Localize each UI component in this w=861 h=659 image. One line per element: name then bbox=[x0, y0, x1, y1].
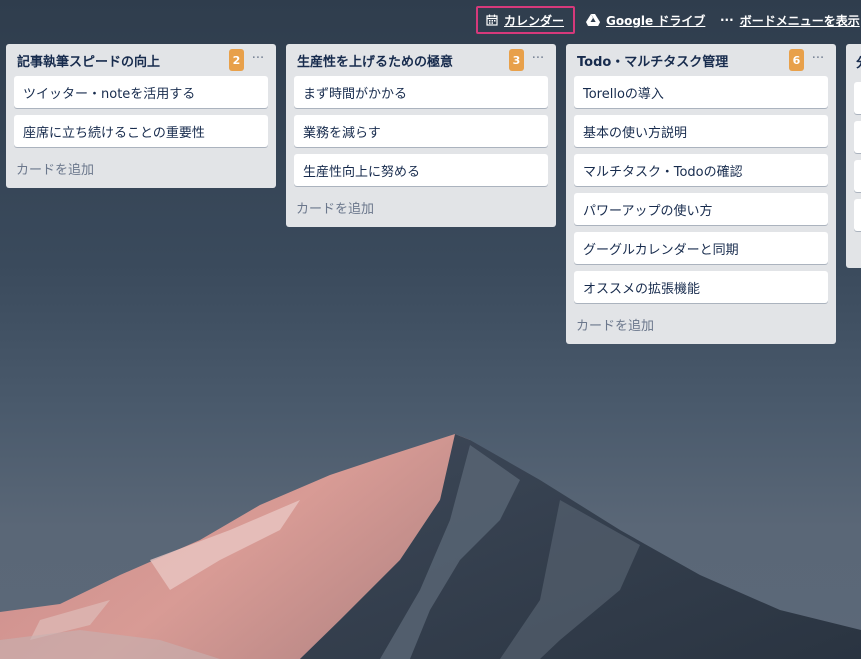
list-header[interactable]: 生産性を上げるための極意 3 ··· bbox=[294, 44, 548, 76]
card-count-badge: 3 bbox=[509, 49, 524, 71]
calendar-button-label: カレンダー bbox=[504, 13, 565, 28]
card[interactable]: 生産性向上に努める bbox=[294, 154, 548, 186]
add-card-button[interactable]: カードを追加 bbox=[14, 154, 268, 182]
list-menu-button[interactable]: ··· bbox=[808, 50, 828, 70]
calendar-icon bbox=[486, 14, 498, 26]
google-drive-icon bbox=[586, 14, 600, 26]
card[interactable]: パワーアップの使い方 bbox=[574, 193, 828, 225]
more-icon: ··· bbox=[720, 13, 734, 27]
card[interactable]: まず時間がかかる bbox=[294, 76, 548, 108]
card[interactable] bbox=[854, 121, 861, 153]
card-count-badge: 2 bbox=[229, 49, 244, 71]
calendar-button[interactable]: カレンダー bbox=[476, 6, 575, 34]
list-2[interactable]: Todo・マルチタスク管理 6 ··· Torelloの導入 基本の使い方説明 … bbox=[566, 44, 836, 344]
google-drive-label: Google ドライブ bbox=[606, 13, 706, 28]
list-title[interactable]: 記事執筆スピードの向上 bbox=[14, 51, 160, 70]
card[interactable]: ツイッター・noteを活用する bbox=[14, 76, 268, 108]
card[interactable] bbox=[854, 82, 861, 114]
card[interactable]: Torelloの導入 bbox=[574, 76, 828, 108]
card[interactable] bbox=[854, 160, 861, 192]
card[interactable]: グーグルカレンダーと同期 bbox=[574, 232, 828, 264]
card[interactable]: マルチタスク・Todoの確認 bbox=[574, 154, 828, 186]
list-title[interactable]: 分 bbox=[856, 52, 861, 71]
list-1[interactable]: 生産性を上げるための極意 3 ··· まず時間がかかる 業務を減らす 生産性向上… bbox=[286, 44, 556, 227]
card-count-badge: 6 bbox=[789, 49, 804, 71]
show-board-menu-button[interactable]: ··· ボードメニューを表示 bbox=[720, 6, 861, 34]
list-title[interactable]: Todo・マルチタスク管理 bbox=[574, 51, 728, 70]
list-header[interactable]: Todo・マルチタスク管理 6 ··· bbox=[574, 44, 828, 76]
list-3-partial[interactable]: 分 bbox=[846, 44, 861, 268]
list-menu-button[interactable]: ··· bbox=[528, 50, 548, 70]
card[interactable]: 基本の使い方説明 bbox=[574, 115, 828, 147]
list-header[interactable]: 記事執筆スピードの向上 2 ··· bbox=[14, 44, 268, 76]
list-title[interactable]: 生産性を上げるための極意 bbox=[294, 51, 453, 70]
board-header: カレンダー Google ドライブ ··· ボードメニューを表示 bbox=[0, 0, 861, 40]
add-card-button[interactable]: カードを追加 bbox=[574, 310, 828, 338]
card[interactable]: 業務を減らす bbox=[294, 115, 548, 147]
card[interactable]: オススメの拡張機能 bbox=[574, 271, 828, 303]
card[interactable] bbox=[854, 199, 861, 231]
card[interactable]: 座席に立ち続けることの重要性 bbox=[14, 115, 268, 147]
list-menu-button[interactable]: ··· bbox=[248, 50, 268, 70]
google-drive-button[interactable]: Google ドライブ bbox=[586, 6, 705, 34]
board-menu-label: ボードメニューを表示 bbox=[739, 13, 860, 28]
add-card-button[interactable]: カードを追加 bbox=[294, 193, 548, 221]
list-0[interactable]: 記事執筆スピードの向上 2 ··· ツイッター・noteを活用する 座席に立ち続… bbox=[6, 44, 276, 188]
